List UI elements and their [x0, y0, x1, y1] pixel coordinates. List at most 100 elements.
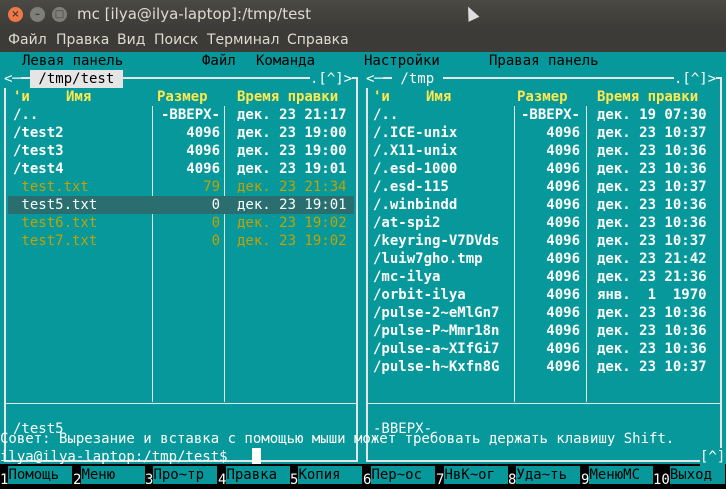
title-bar: × – □ mc [ilya@ilya-laptop]:/tmp/test: [0, 0, 726, 30]
file-name: /.winbindd: [373, 197, 458, 213]
file-mtime: дек. 19 07:30: [597, 107, 707, 123]
terminal-menubar: Файл Правка Вид Поиск Терминал Справка: [0, 30, 726, 52]
menu-file[interactable]: Файл: [8, 32, 47, 48]
left-status-sep: [6, 403, 356, 404]
fkey-label: Пер~ос: [371, 466, 436, 484]
fkey-7[interactable]: 7НвК~ог: [436, 466, 509, 488]
menu-view[interactable]: Вид: [117, 32, 145, 48]
left-header-mtime[interactable]: Время правки: [237, 88, 338, 106]
file-size: 4096: [546, 179, 580, 195]
file-row[interactable]: /test4 4096 дек. 23 19:01: [0, 160, 362, 178]
file-mtime: дек. 23 10:36: [597, 197, 707, 213]
file-mtime: дек. 23 10:36: [597, 215, 707, 231]
text-cursor: [252, 448, 261, 464]
mc-menu-command[interactable]: Команда: [256, 52, 315, 70]
fkey-label: Правка: [226, 466, 291, 484]
mc-menu-right-panel[interactable]: Правая панель: [489, 52, 599, 70]
fkey-10[interactable]: 10Выход: [653, 466, 726, 488]
file-row[interactable]: /pulse-h~Kxfn8G 4096 дек. 23 10:37: [362, 358, 726, 376]
fkey-8[interactable]: 8Уда~ть: [508, 466, 581, 488]
file-name: /at-spi2: [373, 215, 441, 231]
left-header-n: 'и: [13, 89, 30, 105]
file-mtime: дек. 23 19:00: [237, 125, 347, 141]
maximize-window-button[interactable]: □: [52, 7, 67, 22]
file-row[interactable]: /pulse-2~eMlGn7 4096 дек. 23 10:36: [362, 304, 726, 322]
file-size: -ВВЕРХ-: [520, 107, 580, 123]
right-panel-nav[interactable]: <─: [366, 70, 383, 88]
fkey-6[interactable]: 6Пер~ос: [363, 466, 436, 488]
file-name: /.esd-115: [373, 179, 449, 195]
file-row[interactable]: /pulse-a~XIfGi7 4096 дек. 23 10:36: [362, 340, 726, 358]
right-panel-path: /tmp: [392, 70, 443, 88]
fkey-4[interactable]: 4Правка: [218, 466, 291, 488]
file-row[interactable]: /.X11-unix 4096 дек. 23 10:36: [362, 142, 726, 160]
file-size: 79: [203, 179, 220, 195]
file-row[interactable]: /.esd-115 4096 дек. 23 10:37: [362, 178, 726, 196]
file-size: 4096: [546, 143, 580, 159]
mc-menu-options[interactable]: Настройки: [364, 52, 440, 70]
file-mtime: дек. 23 10:36: [597, 341, 707, 357]
file-row[interactable]: /mc-ilya 4096 дек. 23 21:36: [362, 268, 726, 286]
left-panel-nav[interactable]: <─: [4, 70, 21, 88]
close-window-button[interactable]: ×: [8, 7, 23, 22]
fkey-2[interactable]: 2Меню: [73, 466, 146, 488]
file-name: /mc-ilya: [373, 269, 441, 285]
right-header-name[interactable]: Имя: [426, 88, 451, 106]
file-row[interactable]: /.winbindd 4096 дек. 23 10:36: [362, 196, 726, 214]
menu-help[interactable]: Справка: [287, 32, 349, 48]
tip-line: Совет: Вырезание и вставка с помощью мыш…: [0, 431, 675, 447]
left-panel[interactable]: <─ /tmp/test .[^]> 'и Имя Размер Время п…: [0, 70, 362, 464]
file-mtime: дек. 23 21:36: [597, 269, 707, 285]
file-name: /pulse-a~XIfGi7: [373, 341, 500, 357]
terminal-window: × – □ mc [ilya@ilya-laptop]:/tmp/test Фа…: [0, 0, 726, 488]
file-row[interactable]: test7.txt 0 дек. 23 19:02: [0, 232, 362, 250]
file-size: 4096: [546, 323, 580, 339]
file-size: 4096: [186, 161, 220, 177]
minimize-window-button[interactable]: –: [30, 7, 45, 22]
file-row[interactable]: /keyring-V7DVds 4096 дек. 23 10:37: [362, 232, 726, 250]
file-row[interactable]: /luiw7gho.tmp 4096 дек. 23 21:42: [362, 250, 726, 268]
file-row[interactable]: /.. -ВВЕРХ-дек. 19 07:30: [362, 106, 726, 124]
file-row[interactable]: /.esd-1000 4096 дек. 23 10:36: [362, 160, 726, 178]
right-header-size[interactable]: Размер: [517, 88, 568, 106]
file-row[interactable]: /pulse-P~Mmr18n 4096 дек. 23 10:36: [362, 322, 726, 340]
mc-menu-left-panel[interactable]: Левая панель: [22, 52, 123, 70]
menu-search[interactable]: Поиск: [154, 32, 198, 48]
menu-terminal[interactable]: Терминал: [207, 32, 279, 48]
fkey-3[interactable]: 3Про~тр: [145, 466, 218, 488]
fkey-5[interactable]: 5Копия: [290, 466, 363, 488]
left-panel-corner[interactable]: .[^]>: [310, 70, 353, 88]
menu-edit[interactable]: Правка: [56, 32, 109, 48]
right-panel[interactable]: <─ /tmp .[^]> 'и Имя Размер Время правки…: [362, 70, 726, 464]
mc-menu-file[interactable]: Файл: [202, 52, 236, 70]
file-row[interactable]: /test2 4096 дек. 23 19:00: [0, 124, 362, 142]
file-row[interactable]: test5.txt 0 дек. 23 19:01: [0, 196, 362, 214]
file-size: 4096: [546, 305, 580, 321]
file-row[interactable]: /at-spi2 4096 дек. 23 10:36: [362, 214, 726, 232]
file-size: 4096: [546, 161, 580, 177]
file-row[interactable]: test.txt 79 дек. 23 21:34: [0, 178, 362, 196]
file-row[interactable]: test6.txt 0 дек. 23 19:02: [0, 214, 362, 232]
file-size: 4096: [546, 233, 580, 249]
file-mtime: дек. 23 10:36: [597, 143, 707, 159]
right-panel-corner[interactable]: .[^]>: [674, 70, 717, 88]
history-button[interactable]: [^]: [700, 448, 726, 466]
file-row[interactable]: /.ICE-unix 4096 дек. 23 10:37: [362, 124, 726, 142]
mouse-pointer-icon: [462, 4, 480, 22]
file-row[interactable]: /test3 4096 дек. 23 19:00: [0, 142, 362, 160]
right-header-mtime[interactable]: Время правки: [597, 88, 698, 106]
file-name: test6.txt: [13, 215, 98, 231]
file-name: /pulse-P~Mmr18n: [373, 323, 500, 339]
file-name: /test4: [13, 161, 64, 177]
left-header-name[interactable]: Имя: [66, 88, 91, 106]
fkey-9[interactable]: 9МенюМС: [581, 466, 654, 488]
file-name: /test3: [13, 143, 64, 159]
file-name: test.txt: [13, 179, 89, 195]
file-row[interactable]: /orbit-ilya 4096 янв. 1 1970: [362, 286, 726, 304]
file-size: 4096: [186, 125, 220, 141]
file-mtime: дек. 23 19:00: [237, 143, 347, 159]
file-row[interactable]: /.. -ВВЕРХ-дек. 23 21:17: [0, 106, 362, 124]
left-header-size[interactable]: Размер: [157, 88, 208, 106]
shell-prompt[interactable]: ilya@ilya-laptop:/tmp/test$: [0, 448, 228, 466]
fkey-1[interactable]: 1Помощь: [0, 466, 73, 488]
